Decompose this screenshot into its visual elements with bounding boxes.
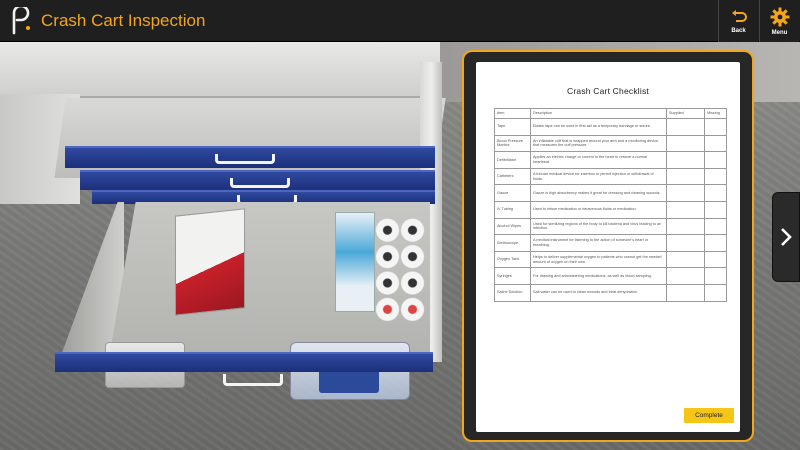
cell-supplied[interactable]	[666, 283, 705, 302]
cell-missing[interactable]	[704, 184, 727, 202]
tape-rolls[interactable]	[375, 217, 425, 327]
table-row: Tape Elastic tape can be used in first ai…	[494, 118, 727, 136]
header-description: Description	[530, 108, 667, 119]
cell-supplied[interactable]	[666, 217, 705, 236]
table-row: Saline Solution Salt water can be used to…	[494, 283, 727, 302]
header-item: Item	[494, 108, 531, 119]
cell-item: Oxygen Tank	[494, 250, 531, 269]
cell-missing[interactable]	[704, 118, 727, 136]
gear-icon	[770, 7, 789, 26]
back-label: Back	[731, 27, 746, 34]
back-button[interactable]: Back	[718, 0, 758, 42]
cell-supplied[interactable]	[666, 118, 705, 136]
table-row: IV Tubing Used to infuse medication or in…	[494, 200, 727, 219]
cell-item: IV Tubing	[494, 200, 531, 219]
menu-button[interactable]: Menu	[759, 0, 799, 42]
cell-description: A tubular medical device for insertion t…	[530, 167, 667, 186]
cell-item: Catheters	[494, 167, 531, 186]
cell-description: A medical instrument for listening to th…	[530, 234, 667, 252]
cell-missing[interactable]	[704, 134, 727, 153]
cell-missing[interactable]	[704, 250, 727, 269]
table-row: Blood Pressure Monitor An inflatable cuff…	[494, 134, 727, 153]
cell-item: Stethoscope	[494, 234, 531, 252]
cell-supplied[interactable]	[666, 167, 705, 186]
cart-top-drawer	[0, 42, 440, 98]
cell-description: Used to infuse medication or intravenous…	[530, 200, 667, 219]
drawer-open-front[interactable]	[55, 352, 433, 386]
cell-supplied[interactable]	[666, 151, 705, 169]
table-row: Syringes For drawing and administering me…	[494, 267, 727, 285]
cell-item: Alcohol Wipes	[494, 217, 531, 236]
cell-supplied[interactable]	[666, 267, 705, 285]
drawer-3[interactable]	[92, 190, 435, 205]
drawer-1[interactable]	[65, 146, 435, 168]
checklist-paper: Crash Cart Checklist Item Description Su…	[476, 62, 740, 432]
complete-button[interactable]: Complete	[684, 408, 734, 423]
header-missing: Missing	[704, 108, 727, 119]
cell-missing[interactable]	[704, 283, 727, 302]
cell-item: Syringes	[494, 267, 531, 285]
cell-missing[interactable]	[704, 234, 727, 252]
cell-missing[interactable]	[704, 167, 727, 186]
app-logo-icon	[12, 7, 30, 35]
cell-description: Elastic tape can be used in first aid as…	[530, 118, 667, 136]
cell-supplied[interactable]	[666, 200, 705, 219]
next-button[interactable]	[772, 192, 800, 282]
top-bar: Crash Cart Inspection Back Menu	[0, 0, 800, 42]
cell-description: Gauze is high absorbency makes it great …	[530, 184, 667, 202]
cell-supplied[interactable]	[666, 250, 705, 269]
drawer-2[interactable]	[80, 170, 435, 190]
checklist-title: Crash Cart Checklist	[567, 86, 649, 96]
cell-item: Defibrillator	[494, 151, 531, 169]
drawer-2-handle[interactable]	[230, 178, 290, 188]
cell-item: Tape	[494, 118, 531, 136]
drawer-open-handle[interactable]	[223, 374, 283, 386]
cell-item: Gauze	[494, 184, 531, 202]
cell-description: For drawing and administering medication…	[530, 267, 667, 285]
tape-box[interactable]	[335, 212, 375, 312]
cell-description: Applies an electric charge or current to…	[530, 151, 667, 169]
cell-missing[interactable]	[704, 267, 727, 285]
chevron-right-icon	[781, 228, 792, 246]
cell-description: Salt water can be used to clean wounds a…	[530, 283, 667, 302]
table-row: Oxygen Tank Helps to deliver supplemental…	[494, 250, 727, 269]
cell-missing[interactable]	[704, 217, 727, 236]
cell-missing[interactable]	[704, 151, 727, 169]
cell-supplied[interactable]	[666, 134, 705, 153]
checklist-clipboard: Crash Cart Checklist Item Description Su…	[462, 50, 754, 442]
undo-icon	[731, 9, 747, 22]
cell-missing[interactable]	[704, 200, 727, 219]
page-title: Crash Cart Inspection	[41, 11, 206, 30]
cell-description: An inflatable cuff that is wrapped aroun…	[530, 134, 667, 153]
table-header-row: Item Description Supplied Missing	[494, 108, 727, 119]
cell-description: Used for sterilizing regions of the body…	[530, 217, 667, 236]
table-row: Gauze Gauze is high absorbency makes it g…	[494, 184, 727, 202]
table-row: Alcohol Wipes Used for sterilizing region…	[494, 217, 727, 236]
table-row: Catheters A tubular medical device for in…	[494, 167, 727, 186]
table-row: Stethoscope A medical instrument for list…	[494, 234, 727, 252]
checklist-table: Item Description Supplied Missing Tape El…	[494, 108, 727, 302]
cell-item: Blood Pressure Monitor	[494, 134, 531, 153]
header-supplied: Supplied	[666, 108, 705, 119]
cell-item: Saline Solution	[494, 283, 531, 302]
menu-label: Menu	[771, 29, 788, 36]
cell-supplied[interactable]	[666, 184, 705, 202]
cell-description: Helps to deliver supplemental oxygen to …	[530, 250, 667, 269]
gauze-box[interactable]	[175, 208, 245, 316]
cell-supplied[interactable]	[666, 234, 705, 252]
drawer-1-handle[interactable]	[215, 154, 275, 164]
table-row: Defibrillator Applies an electric charge …	[494, 151, 727, 169]
